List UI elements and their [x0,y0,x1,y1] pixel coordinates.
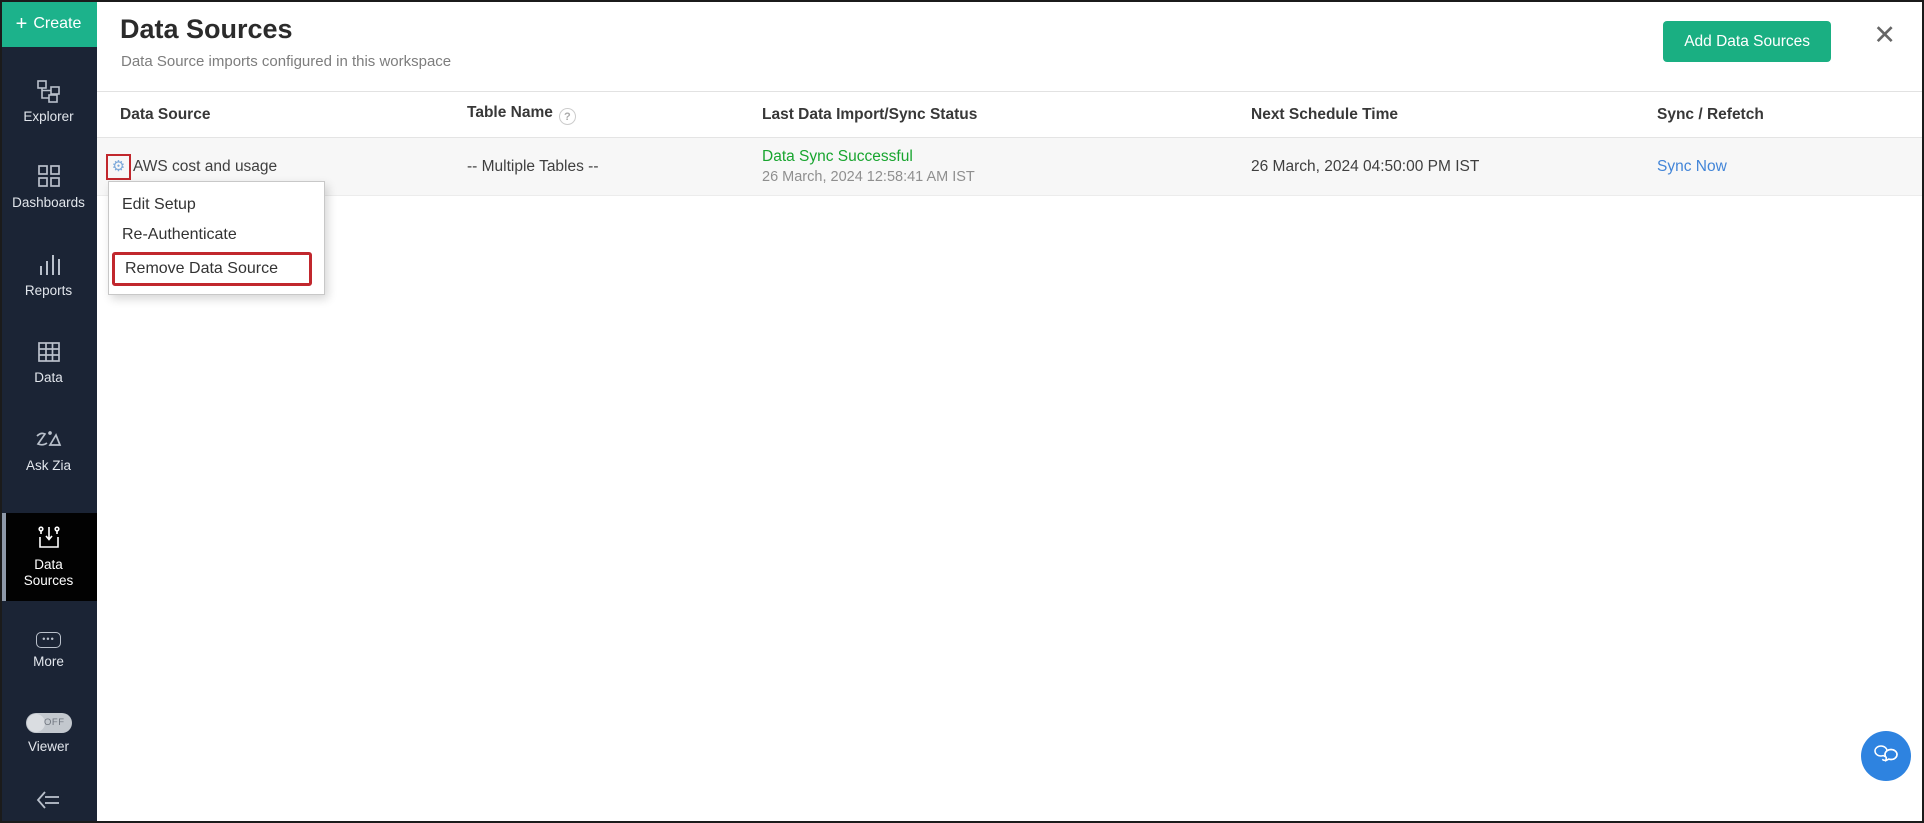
menu-item-edit-setup[interactable]: Edit Setup [109,190,324,220]
sync-status-text: Data Sync Successful [762,148,913,165]
next-schedule-cell: 26 March, 2024 04:50:00 PM IST [1251,157,1480,175]
plus-icon: + [15,12,28,35]
viewer-toggle[interactable]: OFF [25,712,72,733]
sync-status-timestamp: 26 March, 2024 12:58:41 AM IST [762,169,975,185]
page-subtitle: Data Source imports configured in this w… [121,53,452,70]
data-table-icon [36,340,62,364]
sync-status-cell: Data Sync Successful 26 March, 2024 12:5… [762,148,1251,185]
viewer-toggle-item: OFF Viewer [0,704,97,764]
sidebar-item-reports[interactable]: Reports [0,246,97,306]
panel-header: Data Sources Data Source imports configu… [97,0,1924,92]
sidebar-item-label: Data Sources [23,556,74,588]
data-sources-panel: Data Sources Data Source imports configu… [97,0,1924,823]
data-source-name: AWS cost and usage [133,157,278,175]
data-source-context-menu: Edit Setup Re-Authenticate Remove Data S… [108,181,325,295]
create-button[interactable]: + Create [0,0,97,47]
help-icon[interactable]: ? [558,108,576,126]
sidebar-item-label: Ask Zia [25,457,71,473]
sidebar-item-explorer[interactable]: Explorer [0,72,97,132]
menu-item-remove-data-source[interactable]: Remove Data Source [115,260,278,278]
toggle-knob-icon [26,713,45,732]
collapse-arrow-icon [35,789,63,811]
column-header-next-schedule: Next Schedule Time [1251,105,1399,123]
viewer-label: Viewer [27,738,70,754]
column-header-last-status: Last Data Import/Sync Status [762,105,978,123]
ask-zia-icon [34,430,64,452]
sidebar-item-data-sources[interactable]: Data Sources [0,513,97,601]
dashboards-icon [36,163,62,189]
sidebar-item-more[interactable]: ••• More [0,622,97,680]
page-title: Data Sources [120,14,293,44]
sidebar-collapse-button[interactable] [0,782,97,818]
sidebar-item-label: Dashboards [12,194,85,210]
chat-support-button[interactable] [1861,731,1911,781]
menu-item-re-authenticate[interactable]: Re-Authenticate [109,220,324,250]
settings-gear-button[interactable]: ⚙ [106,153,131,180]
table-name-cell: -- Multiple Tables -- [467,157,599,175]
sync-now-link[interactable]: Sync Now [1657,158,1727,175]
table-header-row: Data Source Table Name? Last Data Import… [97,92,1924,138]
column-header-table-name: Table Name? [467,104,762,126]
menu-item-remove-highlight: Remove Data Source [112,252,312,286]
data-source-cell: ⚙ AWS cost and usage [106,153,467,180]
sidebar: + Create Explorer Dashboards Reports Dat… [0,0,97,823]
create-button-label: Create [33,14,82,32]
data-sources-icon [36,525,62,551]
toggle-state-label: OFF [44,716,65,728]
sidebar-item-label: Explorer [23,108,74,124]
sidebar-item-ask-zia[interactable]: Ask Zia [0,422,97,482]
more-icon: ••• [36,631,61,649]
sidebar-item-label: Reports [24,282,73,298]
column-header-data-source: Data Source [120,105,211,123]
add-data-sources-button[interactable]: Add Data Sources [1663,21,1831,62]
gear-icon: ⚙ [111,158,126,175]
close-icon[interactable]: ✕ [1873,22,1896,49]
sidebar-item-label: Data [34,369,63,385]
table-row: ⚙ AWS cost and usage -- Multiple Tables … [97,138,1924,196]
column-header-label: Table Name [467,103,553,121]
sidebar-item-label: More [33,654,64,670]
reports-icon [36,253,62,277]
sidebar-item-data[interactable]: Data [0,334,97,392]
sidebar-item-dashboards[interactable]: Dashboards [0,156,97,218]
explorer-icon [36,79,62,103]
chat-bubbles-icon [1872,742,1900,771]
sync-now-cell: Sync Now [1657,158,1924,176]
column-header-sync-refetch: Sync / Refetch [1657,105,1764,123]
